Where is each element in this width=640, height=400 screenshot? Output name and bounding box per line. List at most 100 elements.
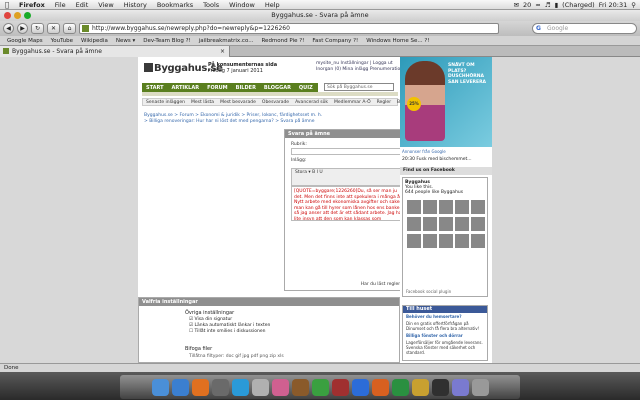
avatar[interactable] xyxy=(407,217,421,231)
back-button[interactable]: ◀ xyxy=(3,23,14,34)
word-icon[interactable] xyxy=(351,378,369,396)
subnav-item[interactable]: Medlemmar A-Ö xyxy=(331,100,374,105)
breadcrumb[interactable]: Byggahus.se > Forum > Ekonomi & juridik … xyxy=(144,113,324,124)
menu-view[interactable]: View xyxy=(93,1,118,9)
message-textarea[interactable]: [QUOTE=byggare;1226260]Du, så ser man ju… xyxy=(291,186,409,221)
tab-active[interactable]: Byggahus.se - Svara på ämne × xyxy=(0,46,230,57)
home-button[interactable]: ⌂ xyxy=(63,23,76,34)
system-preferences-icon[interactable] xyxy=(211,378,229,396)
nav-start[interactable]: START xyxy=(142,85,168,91)
notes-icon[interactable] xyxy=(411,378,429,396)
menu-history[interactable]: History xyxy=(119,1,152,9)
till-huset-link1[interactable]: Behöver du hemsertare? xyxy=(403,313,487,320)
bookmark-item[interactable]: Wikipedia xyxy=(77,38,112,44)
bookmark-item[interactable]: Dev-Team Blog ?! xyxy=(139,38,195,44)
stop-button[interactable]: ✕ xyxy=(47,23,60,34)
mail-app-icon[interactable] xyxy=(231,378,249,396)
avatar[interactable] xyxy=(423,217,437,231)
option-smilies[interactable]: ☐ Tillåt inte smilies i diskussionen xyxy=(189,329,270,335)
tagline: På konsumenternas sida Fredag 7 januari … xyxy=(208,62,277,74)
menu-edit[interactable]: Edit xyxy=(71,1,94,9)
nav-quiz[interactable]: QUIZ xyxy=(295,85,317,91)
menu-file[interactable]: File xyxy=(50,1,71,9)
tab-favicon xyxy=(3,48,9,54)
subnav-item[interactable]: Mest lästa xyxy=(188,100,217,105)
bookmark-item[interactable]: Fast Company ?! xyxy=(308,38,362,44)
mail-icon[interactable]: ✉ xyxy=(514,1,519,9)
nav-forum[interactable]: FORUM xyxy=(203,85,232,91)
safari-icon[interactable] xyxy=(171,378,189,396)
zoom-window-icon[interactable] xyxy=(24,12,31,19)
forward-button[interactable]: ▶ xyxy=(17,23,28,34)
menu-tools[interactable]: Tools xyxy=(198,1,224,9)
wifi-icon[interactable]: ≈ xyxy=(535,1,540,9)
subnav-item[interactable]: Avancerad sök xyxy=(292,100,331,105)
address-book-icon[interactable] xyxy=(251,378,269,396)
photo-icon[interactable] xyxy=(291,378,309,396)
avatar[interactable] xyxy=(423,200,437,214)
recent-post[interactable]: 20:30 Fusk med bischemmet... xyxy=(402,157,472,162)
nav-bloggar[interactable]: BLOGGAR xyxy=(260,85,295,91)
avatar[interactable] xyxy=(471,200,485,214)
ad-banner[interactable]: 25% SNÄVT OM PLATS? DUSCHHÖRNA SAN LEVER… xyxy=(400,57,492,147)
avatar[interactable] xyxy=(455,200,469,214)
search-placeholder: Google xyxy=(547,25,569,32)
subject-input[interactable] xyxy=(291,148,409,155)
avatar[interactable] xyxy=(407,234,421,248)
window-title: Byggahus.se - Svara på ämne xyxy=(271,11,369,19)
avatar[interactable] xyxy=(439,200,453,214)
house-icon xyxy=(144,63,153,72)
menu-help[interactable]: Help xyxy=(260,1,285,9)
powerpoint-icon[interactable] xyxy=(371,378,389,396)
avatar[interactable] xyxy=(471,234,485,248)
nav-artiklar[interactable]: ARTIKLAR xyxy=(168,85,204,91)
avatar[interactable] xyxy=(455,217,469,231)
minimize-window-icon[interactable] xyxy=(14,12,21,19)
volume-icon[interactable]: ♬ xyxy=(545,1,551,9)
itunes-icon[interactable] xyxy=(271,378,289,396)
subnav-item[interactable]: Regler xyxy=(374,100,394,105)
finder-icon[interactable] xyxy=(151,378,169,396)
close-window-icon[interactable] xyxy=(4,12,11,19)
editor-toolbar-row[interactable]: Stora ▾ B I U xyxy=(292,169,408,178)
bookmark-item[interactable]: News ▾ xyxy=(112,38,139,44)
clock[interactable]: Fri 20:31 xyxy=(599,1,628,9)
site-search-input[interactable]: Sök på Byggahus.se xyxy=(324,83,394,91)
avatar[interactable] xyxy=(439,234,453,248)
facetime-icon[interactable] xyxy=(311,378,329,396)
avatar[interactable] xyxy=(423,234,437,248)
calendar-icon[interactable] xyxy=(331,378,349,396)
user-links-row2[interactable]: Inorgan (0) Mina inlägg Prenumerationer xyxy=(316,67,408,73)
nav-bilder[interactable]: BILDER xyxy=(232,85,260,91)
options-heading: Valfria inställningar xyxy=(139,298,399,306)
address-bar[interactable]: http://www.byggahus.se/newreply.php?do=n… xyxy=(79,23,499,34)
firefox-icon[interactable] xyxy=(191,378,209,396)
menu-app[interactable]: Firefox xyxy=(14,1,50,9)
utility-icon[interactable] xyxy=(451,378,469,396)
bookmark-item[interactable]: Google Maps xyxy=(3,38,47,44)
menu-bookmarks[interactable]: Bookmarks xyxy=(152,1,198,9)
close-tab-icon[interactable]: × xyxy=(220,46,225,57)
bookmark-item[interactable]: YouTube xyxy=(47,38,77,44)
avatar[interactable] xyxy=(439,217,453,231)
avatar[interactable] xyxy=(455,234,469,248)
reload-button[interactable]: ↻ xyxy=(31,23,44,34)
bookmark-item[interactable]: jailbreakmatrix.co... xyxy=(195,38,258,44)
battery-icon[interactable]: ▮ xyxy=(555,1,559,9)
till-huset-link2[interactable]: Billiga fönster och dörrar xyxy=(403,332,487,339)
subnav-item[interactable]: Mest besvarade xyxy=(217,100,259,105)
subnav-item[interactable]: Senaste inläggen xyxy=(143,100,188,105)
apple-icon[interactable]:  xyxy=(0,1,14,9)
spotlight-icon[interactable]: ⚲ xyxy=(631,1,636,9)
terminal-icon[interactable] xyxy=(431,378,449,396)
search-input[interactable]: G Google xyxy=(532,23,637,34)
bookmark-item[interactable]: Windows Home Se... ?! xyxy=(362,38,433,44)
excel-icon[interactable] xyxy=(391,378,409,396)
bookmark-item[interactable]: Redmond Pie ?! xyxy=(257,38,308,44)
avatar[interactable] xyxy=(407,200,421,214)
ad-note[interactable]: Annonser från Google xyxy=(402,149,446,154)
trash-icon[interactable] xyxy=(471,378,489,396)
subnav-item[interactable]: Obesvarade xyxy=(259,100,292,105)
menu-window[interactable]: Window xyxy=(224,1,260,9)
avatar[interactable] xyxy=(471,217,485,231)
